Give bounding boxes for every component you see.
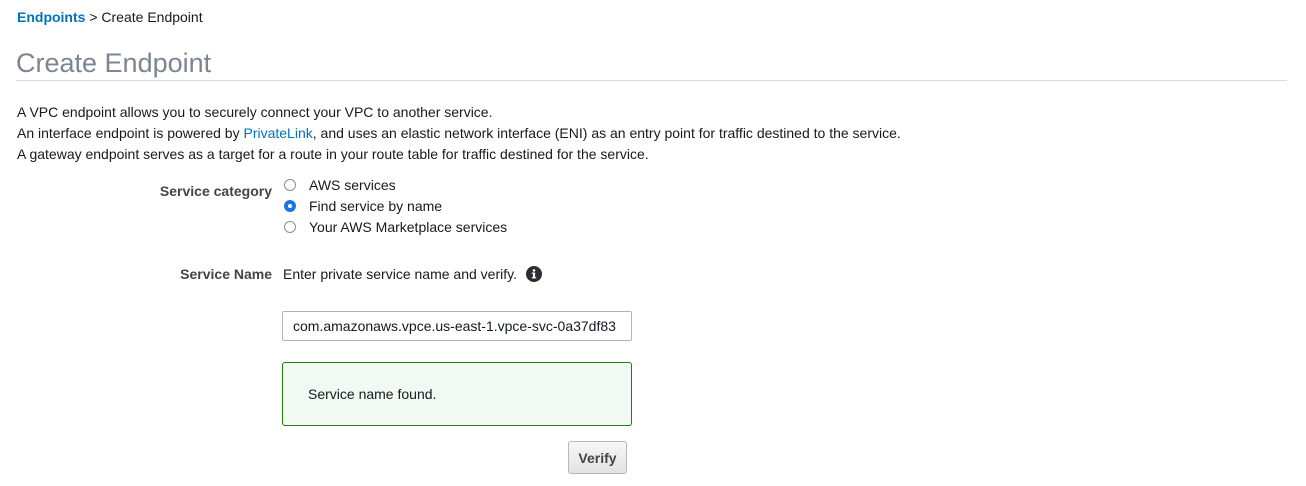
service-name-input[interactable] (282, 311, 632, 341)
intro-line-2: An interface endpoint is powered by Priv… (17, 125, 901, 142)
intro-line-3: A gateway endpoint serves as a target fo… (17, 146, 649, 162)
intro-line-1: A VPC endpoint allows you to securely co… (17, 104, 493, 120)
breadcrumb-current: Create Endpoint (101, 9, 203, 25)
verify-button[interactable]: Verify (568, 441, 627, 474)
radio-button-aws-services[interactable] (284, 179, 296, 191)
service-name-hint: Enter private service name and verify. (283, 266, 517, 282)
radio-option-find-service-by-name[interactable]: Find service by name (284, 197, 442, 215)
intro-line-2-text: An interface endpoint is powered by (17, 125, 244, 141)
service-category-label: Service category (159, 183, 272, 199)
radio-label-find-service-by-name: Find service by name (309, 198, 443, 214)
service-name-label: Service Name (180, 266, 272, 282)
page-title: Create Endpoint (16, 48, 212, 78)
title-divider (16, 80, 1287, 81)
alert-message: Service name found. (308, 386, 437, 402)
breadcrumb-link-endpoints[interactable]: Endpoints (17, 9, 85, 25)
breadcrumb-separator: > (85, 9, 102, 25)
intro-line-2-rest: , and uses an elastic network interface … (312, 125, 901, 141)
privatelink-link[interactable]: PrivateLink (243, 125, 312, 141)
radio-button-find-service-by-name[interactable] (284, 200, 296, 212)
radio-button-marketplace-services[interactable] (284, 221, 296, 233)
breadcrumb: Endpoints > Create Endpoint (17, 9, 203, 26)
radio-label-aws-services: AWS services (309, 177, 396, 193)
info-circle-icon[interactable] (526, 266, 542, 282)
service-found-alert: Service name found. (282, 362, 632, 426)
radio-option-aws-services[interactable]: AWS services (284, 176, 396, 194)
radio-label-marketplace-services: Your AWS Marketplace services (309, 219, 508, 235)
radio-option-marketplace-services[interactable]: Your AWS Marketplace services (284, 218, 507, 236)
